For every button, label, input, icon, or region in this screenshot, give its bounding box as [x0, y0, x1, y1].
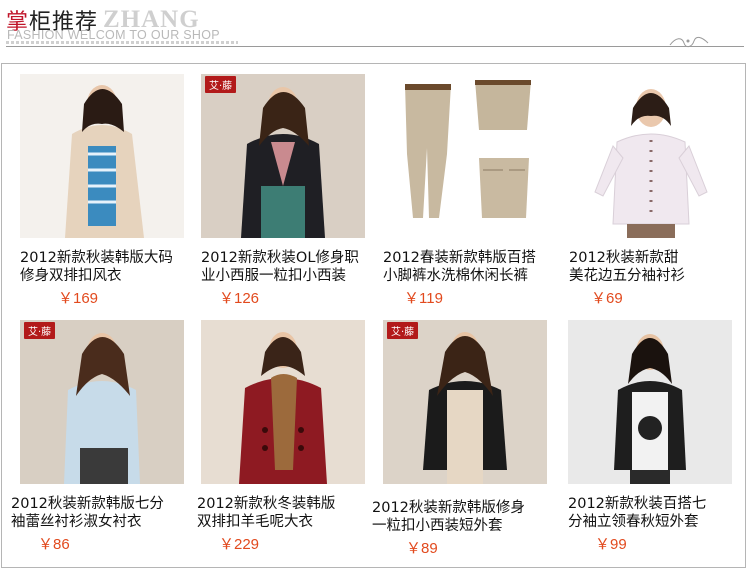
product-title[interactable]: 2012新款秋装韩版大码 修身双排扣风衣	[20, 249, 205, 285]
product-title[interactable]: 2012新款秋冬装韩版 双排扣羊毛呢大衣	[197, 495, 382, 531]
product-price: ￥169	[58, 290, 99, 307]
product-title[interactable]: 2012新款秋装OL修身职 业小西服一粒扣小西装	[201, 249, 386, 285]
product-price: ￥126	[219, 290, 260, 307]
product-title[interactable]: 2012秋装新款韩版七分 袖蕾丝衬衫淑女衬衣	[11, 495, 196, 531]
product-image[interactable]: 艾·藤	[201, 74, 365, 238]
brand-tag: 艾·藤	[24, 322, 56, 339]
product-card[interactable]: 2012秋装新款甜 美花边五分袖衬衫 ￥69	[569, 74, 749, 314]
flourish-ornament-icon	[669, 36, 709, 48]
product-card[interactable]: 2012春装新款韩版百搭 小脚裤水洗棉休闲长裤 ￥119	[383, 74, 563, 314]
product-card[interactable]: 2012新款秋装百搭七 分袖立领春秋短外套 ￥99	[568, 320, 748, 560]
product-card[interactable]: 2012新款秋装韩版大码 修身双排扣风衣 ￥169	[20, 74, 200, 314]
product-card[interactable]: 2012新款秋冬装韩版 双排扣羊毛呢大衣 ￥229	[197, 320, 381, 560]
product-price: ￥89	[406, 540, 438, 557]
product-grid: 2012新款秋装韩版大码 修身双排扣风衣 ￥169 艾·藤 2012新款秋装OL…	[1, 63, 746, 568]
product-card[interactable]: 艾·藤 2012秋装新款韩版修身 一粒扣小西装短外套 ￥89	[372, 320, 563, 560]
product-image[interactable]	[569, 74, 733, 238]
product-title[interactable]: 2012新款秋装百搭七 分袖立领春秋短外套	[568, 495, 750, 531]
header-divider	[6, 46, 744, 47]
product-title[interactable]: 2012秋装新款甜 美花边五分袖衬衫	[569, 249, 750, 285]
product-price: ￥229	[219, 536, 260, 553]
product-price: ￥99	[595, 536, 627, 553]
product-title[interactable]: 2012秋装新款韩版修身 一粒扣小西装短外套	[372, 499, 557, 535]
product-price: ￥69	[591, 290, 623, 307]
product-card[interactable]: 艾·藤 2012秋装新款韩版七分 袖蕾丝衬衫淑女衬衣 ￥86	[11, 320, 200, 560]
product-title[interactable]: 2012春装新款韩版百搭 小脚裤水洗棉休闲长裤	[383, 249, 568, 285]
product-image[interactable]	[20, 74, 184, 238]
header-slogan: FASHION WELCOM TO OUR SHOP	[7, 28, 220, 42]
shop-header: 掌柜推荐 ZHANG FASHION WELCOM TO OUR SHOP	[0, 0, 750, 56]
product-image[interactable]	[201, 320, 365, 484]
product-card[interactable]: 艾·藤 2012新款秋装OL修身职 业小西服一粒扣小西装 ￥126	[201, 74, 381, 314]
brand-tag: 艾·藤	[387, 322, 419, 339]
product-image[interactable]: 艾·藤	[383, 320, 547, 484]
product-image[interactable]	[568, 320, 732, 484]
decorative-microtext	[6, 41, 238, 44]
product-price: ￥86	[38, 536, 70, 553]
product-image[interactable]	[383, 74, 547, 238]
product-image[interactable]: 艾·藤	[20, 320, 184, 484]
brand-tag: 艾·藤	[205, 76, 237, 93]
product-price: ￥119	[404, 290, 443, 307]
